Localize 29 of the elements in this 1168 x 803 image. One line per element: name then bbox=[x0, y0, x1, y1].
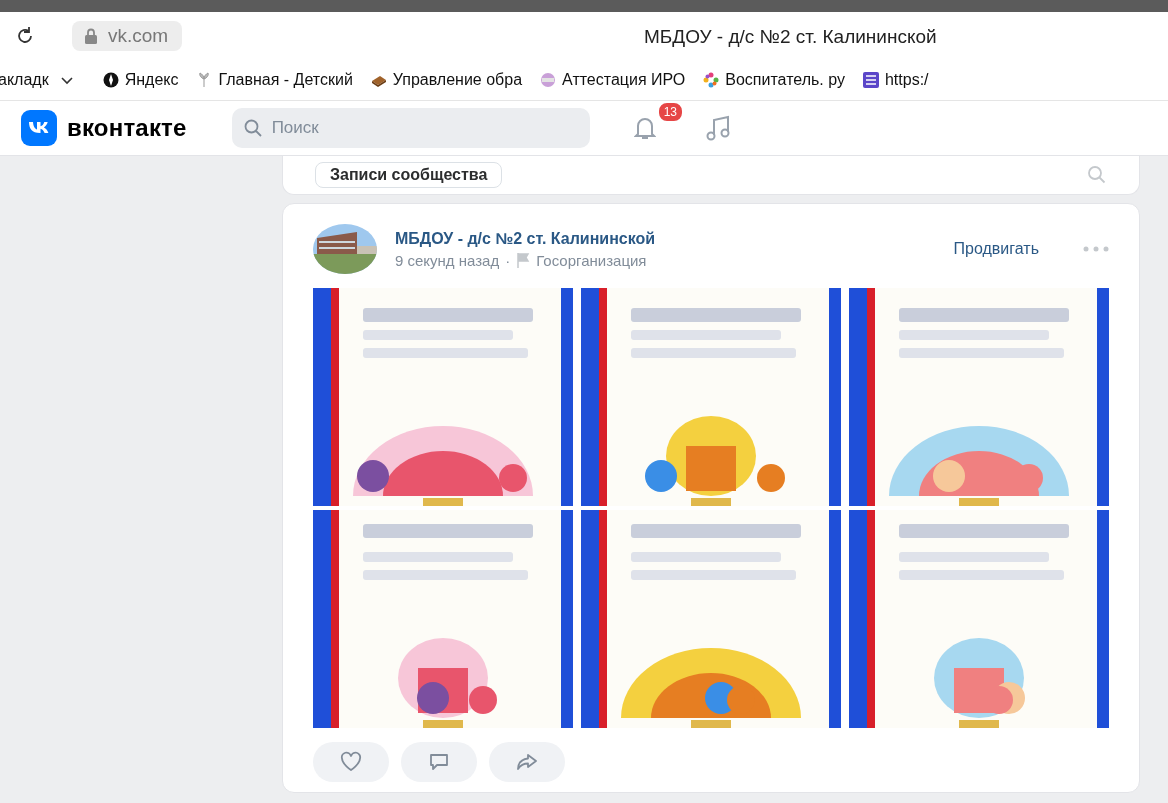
search-icon bbox=[243, 119, 262, 137]
bookmark[interactable]: Воспитатель. ру bbox=[703, 71, 845, 89]
post-tag: Госорганизация bbox=[536, 251, 647, 269]
author-name[interactable]: МБДОУ - д/с №2 ст. Калининской bbox=[395, 229, 954, 248]
bookmark[interactable]: Яндекс bbox=[102, 71, 179, 89]
more-icon[interactable] bbox=[1083, 246, 1109, 252]
disc-icon bbox=[540, 72, 557, 88]
bookmark[interactable]: https:/ bbox=[862, 71, 929, 89]
promote-link[interactable]: Продвигать bbox=[953, 240, 1039, 258]
share-button[interactable] bbox=[489, 742, 565, 782]
flower-icon bbox=[703, 72, 720, 88]
section-tab[interactable]: Записи сообщества bbox=[315, 162, 503, 188]
bookmark[interactable]: Аттестация ИРО bbox=[540, 71, 686, 89]
like-button[interactable] bbox=[313, 742, 389, 782]
notification-count: 13 bbox=[656, 101, 684, 123]
separator-dot: · bbox=[505, 251, 511, 269]
lock-icon bbox=[84, 28, 98, 44]
page-title: МБДОУ - д/с №2 ст. Калининской bbox=[644, 26, 937, 48]
vk-logo[interactable]: вконтакте bbox=[21, 110, 187, 146]
circle-logo-icon bbox=[102, 72, 119, 88]
bookmark[interactable]: Управление обра bbox=[370, 71, 523, 89]
flag-icon bbox=[516, 252, 531, 268]
heart-icon bbox=[339, 750, 363, 774]
comment-button[interactable] bbox=[401, 742, 477, 782]
list-icon bbox=[862, 72, 879, 88]
address-bar[interactable]: vk.com bbox=[72, 21, 183, 51]
bookmark[interactable]: Главная - Детский bbox=[196, 71, 353, 89]
search-icon[interactable] bbox=[1087, 165, 1107, 185]
logo-icon bbox=[21, 110, 57, 146]
